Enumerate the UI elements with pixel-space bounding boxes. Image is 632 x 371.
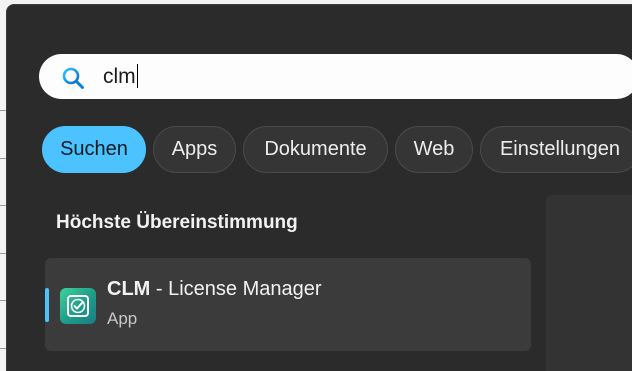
license-manager-app-icon	[60, 288, 96, 324]
screenshot-frame: clm Suchen Apps Dokumente Web Einstellun…	[0, 0, 632, 371]
result-app-name: CLM - License Manager	[107, 278, 322, 300]
filter-tab-einstellungen[interactable]: Einstellungen	[480, 126, 632, 173]
filter-tab-suchen[interactable]: Suchen	[42, 126, 146, 173]
filter-tab-web[interactable]: Web	[395, 126, 473, 173]
filter-tab-dokumente[interactable]: Dokumente	[243, 126, 388, 173]
selection-indicator	[45, 288, 49, 322]
search-input[interactable]: clm	[39, 54, 632, 99]
preview-pane	[546, 195, 632, 371]
text-caret	[136, 64, 138, 88]
result-app-type: App	[107, 309, 138, 328]
best-match-result[interactable]: CLM - License Manager App	[45, 258, 531, 351]
filter-tab-apps[interactable]: Apps	[153, 126, 236, 173]
search-icon	[61, 66, 85, 90]
best-match-heading: Höchste Übereinstimmung	[56, 212, 298, 233]
search-query-text: clm	[103, 64, 138, 88]
